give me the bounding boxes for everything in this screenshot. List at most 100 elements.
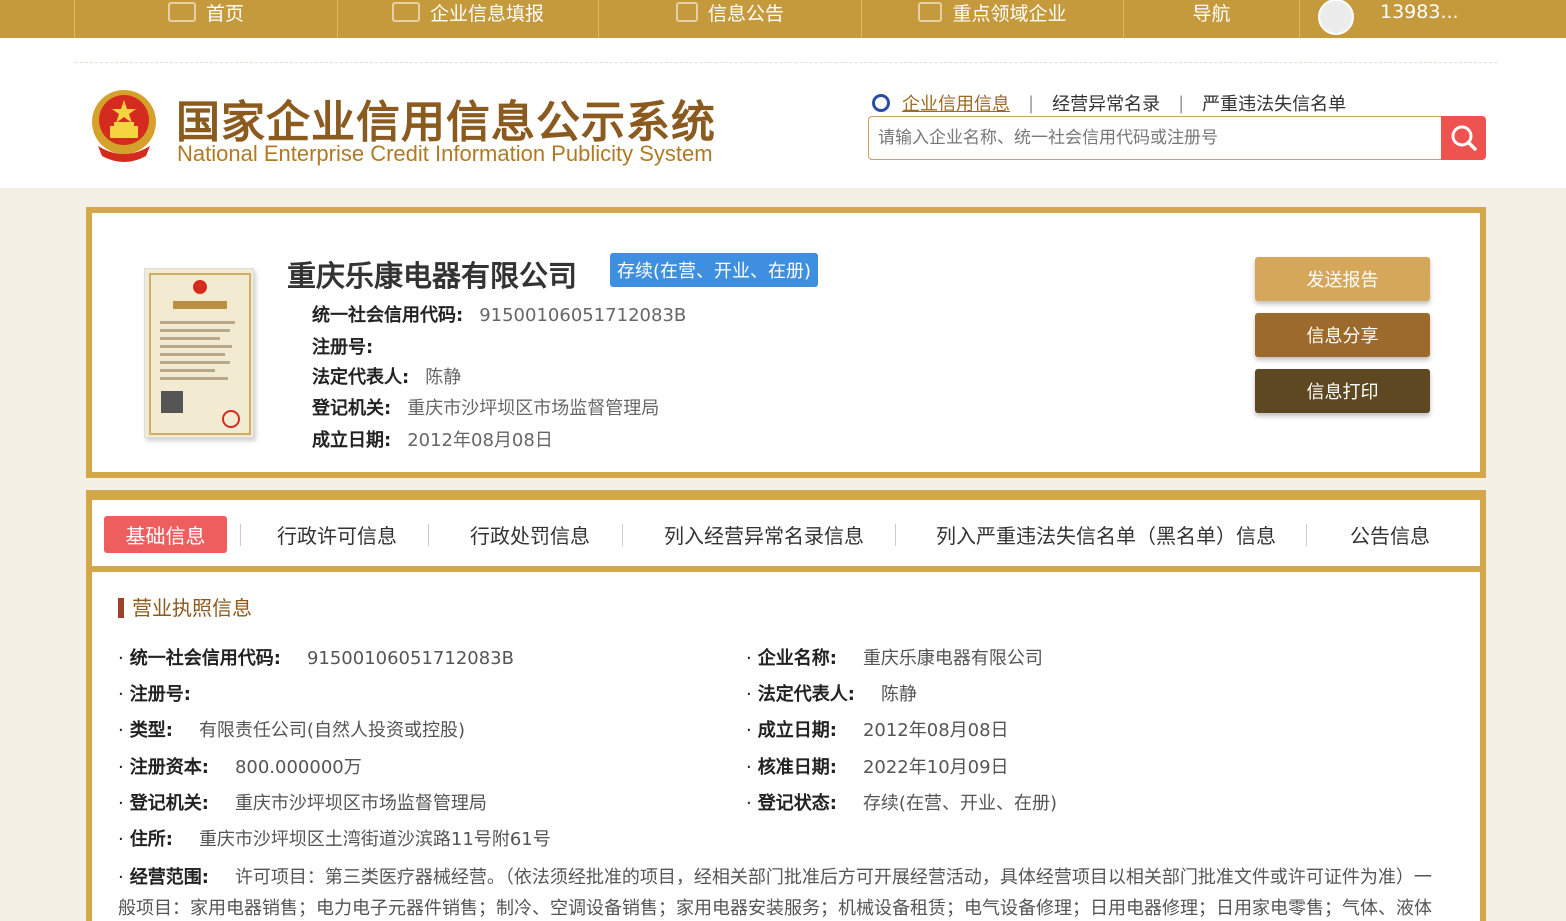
- field-label: 类型:: [129, 720, 173, 741]
- field-label: 登记机关:: [129, 793, 209, 814]
- search-tabs: 企业信用信息 | 经营异常名录 | 严重违法失信名单: [872, 90, 1346, 116]
- tab-announcements[interactable]: 公告信息: [1342, 516, 1438, 553]
- field-established: · 成立日期: 2012年08月08日: [746, 716, 1009, 742]
- site-logo-subtitle: National Enterprise Credit Information P…: [177, 141, 713, 166]
- company-name: 重庆乐康电器有限公司: [287, 259, 578, 293]
- edit-icon: [391, 2, 420, 22]
- field-value: 许可项目：第三类医疗器械经营。（依法须经批准的项目，经相关部门批准后方可开展经营…: [118, 867, 1432, 919]
- company-card: 重庆乐康电器有限公司 存续(在营、开业、在册) 统一社会信用代码: 9150010…: [86, 207, 1486, 478]
- nav-item-home[interactable]: 首页: [74, 0, 338, 38]
- nav-item-navigation[interactable]: 导航: [1124, 0, 1300, 38]
- share-button[interactable]: 信息分享: [1255, 313, 1430, 357]
- tab-bar: 基础信息 行政许可信息 行政处罚信息 列入经营异常名录信息 列入严重违法失信名单…: [92, 500, 1480, 566]
- field-label: 成立日期:: [312, 430, 392, 451]
- field-label: 住所:: [129, 829, 173, 850]
- bullet: ·: [746, 648, 752, 669]
- field-value: 有限责任公司(自然人投资或控股): [198, 720, 465, 741]
- info-reg-number: 注册号:: [312, 333, 389, 359]
- search-tab-credit[interactable]: 企业信用信息: [902, 90, 1010, 116]
- separator: [240, 524, 241, 546]
- field-capital: · 注册资本: 800.000000万: [118, 753, 362, 779]
- field-company-name: · 企业名称: 重庆乐康电器有限公司: [746, 644, 1043, 670]
- nav-item-enterprise-report[interactable]: 企业信息填报: [338, 0, 599, 38]
- bullet: ·: [118, 720, 124, 741]
- field-credit-code: · 统一社会信用代码: 91500106051712083B: [118, 644, 514, 670]
- national-emblem-icon: [92, 90, 156, 162]
- search-icon: [1451, 125, 1477, 151]
- field-label: 统一社会信用代码:: [129, 648, 281, 669]
- tab-abnormal-list[interactable]: 列入经营异常名录信息: [656, 516, 872, 553]
- nav-item-key-enterprise[interactable]: 重点领域企业: [862, 0, 1124, 38]
- separator: [1306, 524, 1307, 546]
- tab-basic-info[interactable]: 基础信息: [104, 516, 227, 553]
- field-value: 91500106051712083B: [306, 648, 514, 669]
- monitor-icon: [167, 2, 196, 22]
- field-value: 重庆市沙坪坝区市场监督管理局: [407, 398, 660, 419]
- top-nav: 首页 企业信息填报 信息公告 重点领域企业 导航 13983...: [0, 0, 1566, 38]
- separator: [895, 524, 896, 546]
- field-label: 登记状态:: [757, 793, 837, 814]
- tab-admin-penalty[interactable]: 行政处罚信息: [464, 516, 596, 553]
- info-legal-rep: 法定代表人: 陈静: [312, 363, 461, 389]
- business-license-image[interactable]: [144, 268, 254, 438]
- avatar: [1318, 0, 1354, 35]
- field-label: 登记机关:: [312, 398, 392, 419]
- bullet: ·: [746, 793, 752, 814]
- bullet: ·: [118, 684, 124, 705]
- speaker-icon: [918, 2, 943, 22]
- tab-admin-license[interactable]: 行政许可信息: [272, 516, 402, 553]
- user-menu[interactable]: 13983...: [1300, 0, 1566, 38]
- bullet: ·: [118, 757, 124, 778]
- section-title: 营业执照信息: [118, 598, 252, 618]
- field-approval-date: · 核准日期: 2022年10月09日: [746, 753, 1009, 779]
- search-tab-abnormal[interactable]: 经营异常名录: [1052, 90, 1160, 116]
- bullet: ·: [746, 720, 752, 741]
- separator: |: [1178, 92, 1185, 114]
- nav-item-label: 企业信息填报: [429, 2, 544, 25]
- field-value: 重庆市沙坪坝区土湾街道沙滨路11号附61号: [198, 829, 551, 850]
- field-label: 法定代表人:: [312, 367, 410, 388]
- field-label: 注册资本:: [129, 757, 209, 778]
- search-field: [868, 116, 1442, 160]
- site-header: 国家企业信用信息公示系统 National Enterprise Credit …: [0, 38, 1566, 188]
- field-reg-status: · 登记状态: 存续(在营、开业、在册): [746, 789, 1057, 815]
- field-type: · 类型: 有限责任公司(自然人投资或控股): [118, 716, 465, 742]
- field-value: 91500106051712083B: [479, 305, 687, 326]
- field-value: 2022年10月09日: [862, 757, 1009, 778]
- divider: [75, 62, 1497, 63]
- license-thumbnail-icon: [149, 273, 251, 435]
- search-input[interactable]: [869, 117, 1441, 159]
- tab-blacklist[interactable]: 列入严重违法失信名单（黑名单）信息: [930, 516, 1282, 553]
- field-value: 陈静: [880, 684, 917, 705]
- detail-panel: 基础信息 行政许可信息 行政处罚信息 列入经营异常名录信息 列入严重违法失信名单…: [86, 490, 1486, 921]
- print-button[interactable]: 信息打印: [1255, 369, 1430, 413]
- field-value: 重庆市沙坪坝区市场监督管理局: [234, 793, 487, 814]
- nav-item-label: 导航: [1192, 2, 1231, 25]
- info-authority: 登记机关: 重庆市沙坪坝区市场监督管理局: [312, 394, 659, 420]
- field-value: 陈静: [425, 367, 462, 388]
- user-name: 13983...: [1380, 1, 1459, 23]
- separator: [622, 524, 623, 546]
- search-button[interactable]: [1441, 116, 1486, 160]
- info-credit-code: 统一社会信用代码: 91500106051712083B: [312, 301, 686, 327]
- license-info-section: 营业执照信息 · 统一社会信用代码: 91500106051712083B · 注册号…: [92, 572, 1480, 921]
- info-established: 成立日期: 2012年08月08日: [312, 426, 553, 452]
- field-value: 重庆乐康电器有限公司: [862, 648, 1043, 669]
- field-reg-number: · 注册号:: [118, 680, 207, 706]
- bullet: ·: [746, 757, 752, 778]
- field-value: 2012年08月08日: [862, 720, 1009, 741]
- bullet: ·: [118, 648, 124, 669]
- separator: |: [1028, 92, 1035, 114]
- nav-item-announcement[interactable]: 信息公告: [599, 0, 862, 38]
- nav-item-label: 信息公告: [707, 2, 784, 25]
- nav-item-label: 首页: [205, 2, 244, 25]
- bullet: ·: [118, 867, 124, 888]
- separator: [428, 524, 429, 546]
- search-icon: [872, 94, 890, 112]
- field-label: 统一社会信用代码:: [312, 305, 464, 326]
- field-value: 2012年08月08日: [407, 430, 553, 451]
- send-report-button[interactable]: 发送报告: [1255, 257, 1430, 301]
- field-label: 注册号:: [129, 684, 191, 705]
- bullet: ·: [746, 684, 752, 705]
- search-tab-blacklist[interactable]: 严重违法失信名单: [1202, 90, 1346, 116]
